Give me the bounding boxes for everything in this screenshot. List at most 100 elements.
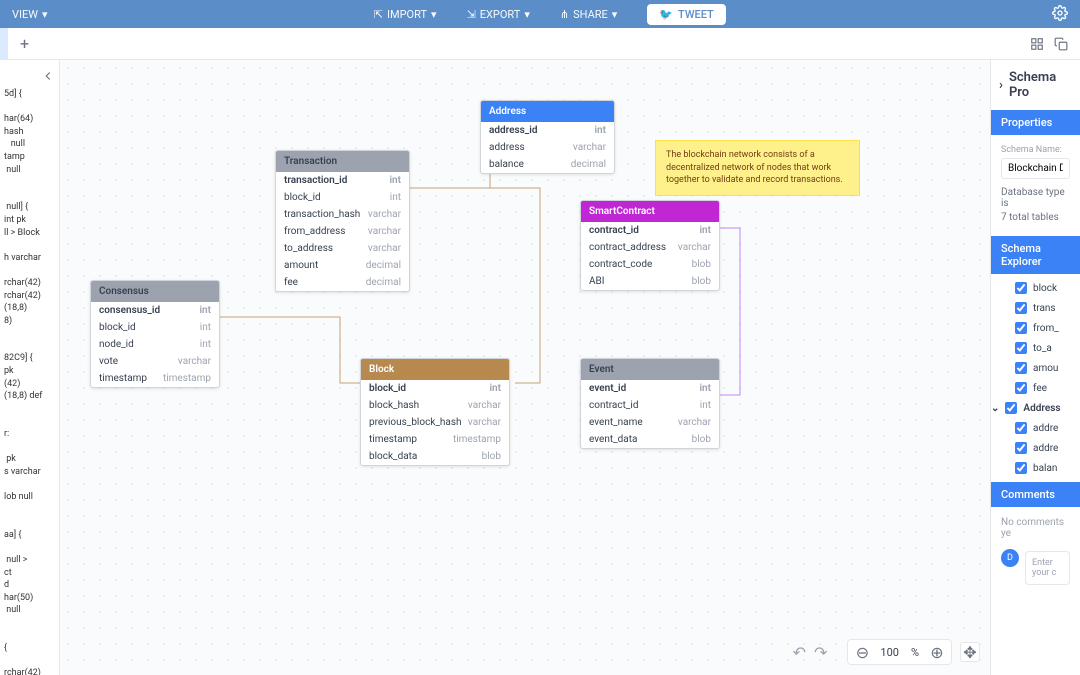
chevron-right-icon[interactable]: › [999,78,1003,93]
column-row[interactable]: timestamptimestamp [91,370,219,387]
zoom-in-button[interactable]: ⊕ [927,642,947,662]
export-menu[interactable]: ⇲ EXPORT ▾ [467,8,530,21]
collapse-code-icon[interactable] [41,68,55,87]
column-row[interactable]: ABIblob [581,273,719,290]
column-row[interactable]: block_datablob [361,448,509,465]
table-header[interactable]: Consensus [91,281,219,302]
duplicate-icon[interactable] [1054,37,1068,51]
add-tab-button[interactable]: + [8,34,41,53]
column-row[interactable]: event_idint [581,380,719,397]
visibility-checkbox[interactable] [1015,282,1027,294]
visibility-checkbox[interactable] [1015,362,1027,374]
tree-item[interactable]: from_ [991,318,1080,338]
zoom-out-button[interactable]: ⊖ [852,642,872,662]
code-editor[interactable]: 5d] { har(64) hash null tamp null null] … [0,60,59,675]
diagram-canvas[interactable]: Address address_idint addressvarchar bal… [60,60,990,675]
table-address[interactable]: Address address_idint addressvarchar bal… [480,100,615,174]
redo-button[interactable]: ↷ [814,643,827,662]
fit-button[interactable]: ✥ [960,642,980,662]
table-smartcontract[interactable]: SmartContract contract_idint contract_ad… [580,200,720,291]
tree-item-label: block [1033,283,1057,294]
chevron-down-icon: ▾ [612,8,618,21]
tree-item[interactable]: block [991,278,1080,298]
table-header[interactable]: Address [481,101,614,122]
tweet-button[interactable]: 🐦 TWEET [647,4,725,25]
chevron-down-icon: ▾ [431,8,437,21]
schema-name-input[interactable] [1001,158,1070,179]
tree-item[interactable]: addre [991,418,1080,438]
comments-tab[interactable]: Comments [991,482,1080,507]
visibility-checkbox[interactable] [1015,382,1027,394]
properties-tab[interactable]: Properties [991,110,1080,135]
column-row[interactable]: to_addressvarchar [276,240,409,257]
tree-item[interactable]: to_a [991,338,1080,358]
column-row[interactable]: transaction_hashvarchar [276,206,409,223]
tree-item-label: from_ [1033,323,1059,334]
table-header[interactable]: Block [361,359,509,380]
active-tab[interactable] [0,28,8,60]
chevron-down-icon: ▾ [42,8,48,21]
grid-icon[interactable] [1030,37,1044,51]
table-header[interactable]: Transaction [276,151,409,172]
chevron-down-icon: ▾ [524,8,530,21]
visibility-checkbox[interactable] [1015,342,1027,354]
share-menu[interactable]: ⋔ SHARE ▾ [560,8,617,21]
column-row[interactable]: contract_codeblob [581,256,719,273]
column-row[interactable]: event_namevarchar [581,414,719,431]
column-row[interactable]: amountdecimal [276,257,409,274]
table-header[interactable]: SmartContract [581,201,719,222]
visibility-checkbox[interactable] [1015,422,1027,434]
column-row[interactable]: node_idint [91,336,219,353]
table-consensus[interactable]: Consensus consensus_idint block_idint no… [90,280,220,388]
chevron-down-icon[interactable]: ⌄ [991,403,999,414]
comment-input[interactable]: Enter your c [1025,551,1070,585]
db-type-text: Database type is [1001,187,1070,209]
column-row[interactable]: timestamptimestamp [361,431,509,448]
table-transaction[interactable]: Transaction transaction_idint block_idin… [275,150,410,292]
tree-item[interactable]: ⌄ Address [991,398,1080,418]
column-row[interactable]: address_idint [481,122,614,139]
column-row[interactable]: block_idint [91,319,219,336]
import-menu[interactable]: ⇱ IMPORT ▾ [374,8,437,21]
column-row[interactable]: previous_block_hashvarchar [361,414,509,431]
column-row[interactable]: balancedecimal [481,156,614,173]
canvas-note[interactable]: The blockchain network consists of a dec… [655,140,860,196]
tree-item-label: fee [1033,383,1047,394]
view-menu[interactable]: VIEW ▾ [12,8,48,21]
column-row[interactable]: contract_addressvarchar [581,239,719,256]
column-row[interactable]: contract_idint [581,397,719,414]
undo-button[interactable]: ↶ [793,643,806,662]
column-row[interactable]: contract_idint [581,222,719,239]
zoom-unit: % [907,646,923,659]
visibility-checkbox[interactable] [1015,462,1027,474]
column-row[interactable]: from_addressvarchar [276,223,409,240]
column-row[interactable]: votevarchar [91,353,219,370]
column-row[interactable]: block_idint [361,380,509,397]
download-icon: ⇲ [467,8,476,21]
tree-item[interactable]: balan [991,458,1080,478]
tree-item[interactable]: fee [991,378,1080,398]
top-toolbar: VIEW ▾ ⇱ IMPORT ▾ ⇲ EXPORT ▾ ⋔ SHARE ▾ 🐦… [0,0,1080,28]
tree-item-label: trans [1033,303,1056,314]
zoom-controls: ↶ ↷ ⊖ 100 % ⊕ ✥ [793,639,980,665]
tree-item[interactable]: amou [991,358,1080,378]
column-row[interactable]: event_datablob [581,431,719,448]
column-row[interactable]: block_idint [276,189,409,206]
column-row[interactable]: block_hashvarchar [361,397,509,414]
tree-item-label: Address [1023,403,1060,414]
column-row[interactable]: consensus_idint [91,302,219,319]
schema-explorer-tab[interactable]: Schema Explorer [991,236,1080,274]
table-event[interactable]: Event event_idint contract_idint event_n… [580,358,720,449]
visibility-checkbox[interactable] [1015,322,1027,334]
settings-icon[interactable] [1052,5,1068,24]
column-row[interactable]: transaction_idint [276,172,409,189]
column-row[interactable]: feedecimal [276,274,409,291]
tree-item[interactable]: trans [991,298,1080,318]
visibility-checkbox[interactable] [1015,442,1027,454]
tree-item[interactable]: addre [991,438,1080,458]
visibility-checkbox[interactable] [1005,402,1017,414]
table-block[interactable]: Block block_idint block_hashvarchar prev… [360,358,510,466]
column-row[interactable]: addressvarchar [481,139,614,156]
table-header[interactable]: Event [581,359,719,380]
visibility-checkbox[interactable] [1015,302,1027,314]
